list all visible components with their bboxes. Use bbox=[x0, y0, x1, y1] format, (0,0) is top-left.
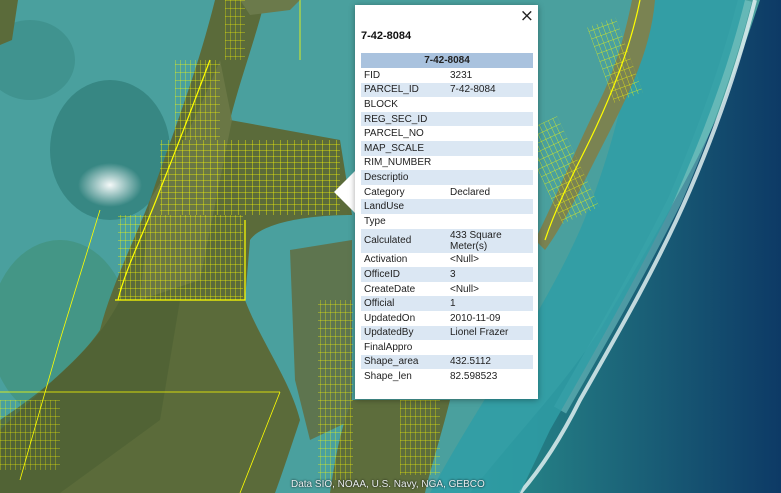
attribute-row: REG_SEC_ID bbox=[361, 111, 533, 127]
attribute-key: MAP_SCALE bbox=[361, 140, 447, 156]
attribute-row: FinalAppro bbox=[361, 340, 533, 355]
attribute-key: OfficeID bbox=[361, 267, 447, 282]
attribute-key: FinalAppro bbox=[364, 341, 413, 353]
attribute-key: PARCEL_NO bbox=[364, 128, 424, 140]
attribute-key: Calculated bbox=[361, 228, 447, 253]
attribute-value bbox=[447, 340, 533, 355]
attribute-value: 2010-11-09 bbox=[450, 312, 501, 324]
attribute-row: Type bbox=[361, 214, 533, 229]
attribute-key: Type bbox=[364, 215, 386, 227]
attribute-row: Calculated 433 Square Meter(s) bbox=[361, 228, 533, 253]
attribute-key: Shape_area bbox=[361, 354, 447, 370]
attribute-value: 7-42-8084 bbox=[447, 82, 533, 98]
attribute-key: Shape_len bbox=[364, 371, 412, 383]
attribute-row: Descriptio bbox=[361, 170, 533, 185]
attribute-value bbox=[447, 126, 533, 141]
attribute-key: CreateDate bbox=[364, 283, 416, 295]
attribute-row: Category Declared bbox=[361, 185, 533, 200]
feature-popup: × 7-42-8084 7-42-8084 FID 3231 PARCEL_ID 7-… bbox=[355, 5, 538, 399]
attribute-row: Activation <Null> bbox=[361, 253, 533, 268]
attribute-row: LandUse bbox=[361, 199, 533, 214]
attribute-key: UpdatedOn bbox=[364, 312, 416, 324]
attribute-row: CreateDate <Null> bbox=[361, 282, 533, 297]
attribute-key: BLOCK bbox=[364, 98, 398, 110]
attribute-row: PARCEL_ID 7-42-8084 bbox=[361, 82, 533, 98]
attribute-row: MAP_SCALE bbox=[361, 140, 533, 156]
attribute-value: 433 Square Meter(s) bbox=[447, 228, 533, 253]
parcel-grid-south bbox=[118, 215, 243, 300]
attribute-row: Official 1 bbox=[361, 296, 533, 311]
attribute-value: Lionel Frazer bbox=[447, 325, 533, 341]
attribute-value: Declared bbox=[450, 186, 491, 198]
attribute-key: LandUse bbox=[361, 199, 447, 214]
attribute-row: RIM_NUMBER bbox=[361, 156, 533, 171]
attribute-row: BLOCK bbox=[361, 97, 533, 112]
parcel-grid-town bbox=[160, 140, 340, 215]
attribute-value bbox=[447, 156, 533, 171]
attribute-value bbox=[447, 214, 533, 229]
attribute-row: Shape_area 432.5112 bbox=[361, 354, 533, 370]
attribute-key: PARCEL_ID bbox=[361, 82, 447, 98]
attribute-value bbox=[447, 140, 533, 156]
attribute-row: PARCEL_NO bbox=[361, 126, 533, 141]
attribute-value: <Null> bbox=[450, 283, 479, 295]
attribute-value bbox=[447, 111, 533, 127]
attribute-value: 82.598523 bbox=[450, 371, 498, 383]
attribute-key: RIM_NUMBER bbox=[364, 157, 432, 169]
cloud bbox=[78, 163, 142, 207]
attribute-key: Category bbox=[364, 186, 405, 198]
attribute-key: FID bbox=[364, 69, 381, 81]
attribute-value: 3 bbox=[447, 267, 533, 282]
attribute-value: <Null> bbox=[450, 254, 479, 266]
attribute-rows: FID 3231 PARCEL_ID 7-42-8084 BLOCK REG_SEC_ID… bbox=[361, 68, 533, 384]
attribute-key: REG_SEC_ID bbox=[361, 111, 447, 127]
attribute-key: UpdatedBy bbox=[361, 325, 447, 341]
attribute-value bbox=[447, 199, 533, 214]
attribute-value bbox=[447, 170, 533, 185]
attribute-row: UpdatedBy Lionel Frazer bbox=[361, 325, 533, 341]
popup-title: 7-42-8084 bbox=[361, 30, 412, 42]
attribute-row: FID 3231 bbox=[361, 68, 533, 83]
attribute-table: 7-42-8084 FID 3231 PARCEL_ID 7-42-8084 BLOCK… bbox=[361, 53, 533, 384]
attribute-row: UpdatedOn 2010-11-09 bbox=[361, 311, 533, 326]
attribute-key: Descriptio bbox=[361, 170, 447, 185]
attribute-table-header: 7-42-8084 bbox=[361, 53, 533, 68]
map-attribution: Data SIO, NOAA, U.S. Navy, NGA, GEBCO bbox=[291, 479, 485, 490]
attribute-key: Official bbox=[361, 296, 447, 311]
attribute-value: 432.5112 bbox=[447, 354, 533, 370]
attribute-value: 1 bbox=[447, 296, 533, 311]
attribute-value: 3231 bbox=[450, 69, 473, 81]
attribute-value bbox=[447, 97, 533, 112]
attribute-row: Shape_len 82.598523 bbox=[361, 369, 533, 384]
close-icon[interactable]: × bbox=[520, 7, 534, 25]
attribute-row: OfficeID 3 bbox=[361, 267, 533, 282]
attribute-key: Activation bbox=[364, 254, 408, 266]
popup-pointer bbox=[334, 170, 356, 214]
